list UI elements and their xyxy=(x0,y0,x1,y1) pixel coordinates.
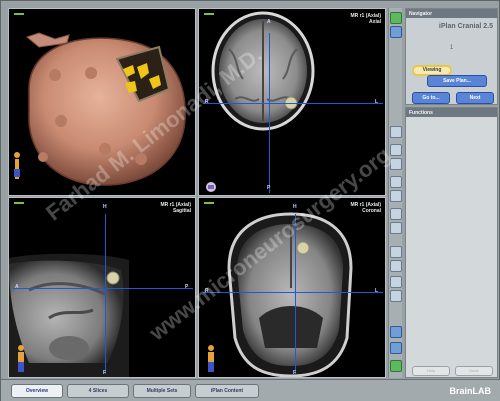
crosshair-vertical[interactable] xyxy=(269,33,270,193)
crosshair-vertical[interactable] xyxy=(105,214,106,374)
3d-render-viewport[interactable] xyxy=(8,8,196,196)
viewport-indicator xyxy=(14,202,24,207)
tab-iplan-content[interactable]: iPlan Content xyxy=(195,384,259,398)
screenshot-icon[interactable] xyxy=(390,342,402,354)
functions-panel: Functions Help Done xyxy=(405,107,498,378)
functions-header: Functions xyxy=(406,108,497,117)
crosshair-icon[interactable] xyxy=(390,290,402,302)
patient-figure-icon xyxy=(208,345,214,372)
brightness-icon[interactable] xyxy=(390,246,402,258)
viewport-indicator xyxy=(14,13,24,18)
measure-icon[interactable] xyxy=(390,126,402,138)
crosshair-horizontal[interactable] xyxy=(203,103,383,104)
sagittal-viewport[interactable]: MR r1 (Axial) Sagittal H F A P xyxy=(8,197,196,378)
coronal-mri-slice xyxy=(227,212,353,377)
orientation-left-label: R xyxy=(205,99,209,105)
patient-figure-icon xyxy=(18,345,24,372)
view-name: Coronal xyxy=(362,208,381,214)
navigator-header: Navigator xyxy=(406,9,497,18)
crosshair-vertical[interactable] xyxy=(295,214,296,374)
coronal-viewport[interactable]: MR r1 (Axial) Coronal H F R L xyxy=(198,197,386,378)
view-name: Sagittal xyxy=(172,208,191,214)
pan-icon[interactable] xyxy=(390,208,402,220)
rotate-icon[interactable] xyxy=(390,222,402,234)
tool-strip xyxy=(388,8,402,378)
orientation-right-label: P xyxy=(185,284,189,290)
crosshair-horizontal[interactable] xyxy=(13,288,193,289)
orientation-bottom-label: F xyxy=(293,370,297,376)
help-button[interactable]: Help xyxy=(412,366,450,376)
brainlab-logo: BrainLAB xyxy=(449,386,491,396)
tab-overview[interactable]: Overview xyxy=(11,384,63,398)
viewport-indicator xyxy=(204,13,214,18)
wrench-icon[interactable] xyxy=(390,26,402,38)
tab-4-slices[interactable]: 4 Slices xyxy=(67,384,129,398)
step-indicator: 1 xyxy=(449,45,454,51)
coronal-viewport-title: MR r1 (Axial) Coronal xyxy=(350,202,381,214)
crosshair-horizontal[interactable] xyxy=(203,292,383,293)
next-button[interactable]: Next xyxy=(456,92,494,104)
app-title: iPlan Cranial 2.5 xyxy=(438,23,493,30)
axial-viewport-title: MR r1 (Axial) Axial xyxy=(350,13,381,25)
orientation-top-label: H xyxy=(293,204,297,210)
orientation-top-label: H xyxy=(103,204,107,210)
contrast-icon[interactable] xyxy=(390,260,402,272)
orientation-left-label: R xyxy=(205,288,209,294)
tab-multiple-sets[interactable]: Multiple Sets xyxy=(133,384,191,398)
orientation-left-label: A xyxy=(15,284,19,290)
ruler-icon[interactable] xyxy=(390,276,402,288)
orientation-top-label: A xyxy=(267,19,271,25)
goto-button[interactable]: Go to... xyxy=(412,92,450,104)
save-plan-button[interactable]: Save Plan... xyxy=(427,75,487,87)
done-button[interactable]: Done xyxy=(455,366,493,376)
orientation-right-label: L xyxy=(375,99,379,105)
view-name: Axial xyxy=(369,19,381,25)
zoom-out-icon[interactable] xyxy=(390,190,402,202)
patient-orientation-icon xyxy=(206,182,216,192)
viewport-indicator xyxy=(204,202,214,207)
sagittal-viewport-title: MR r1 (Axial) Sagittal xyxy=(160,202,191,214)
3d-skull-render xyxy=(14,32,186,186)
navigator-panel: Navigator iPlan Cranial 2.5 1 Viewing Sa… xyxy=(405,8,498,105)
layers-icon[interactable] xyxy=(390,144,402,156)
bottom-tab-bar: Overview 4 Slices Multiple Sets iPlan Co… xyxy=(1,379,500,401)
refresh-icon[interactable] xyxy=(390,360,402,372)
orientation-right-label: L xyxy=(375,288,379,294)
window-level-icon[interactable] xyxy=(390,158,402,170)
grid-layout-icon[interactable] xyxy=(390,326,402,338)
application-window: MR r1 (Axial) Axial A P R L MR r1 (Axial… xyxy=(0,0,500,401)
zoom-in-icon[interactable] xyxy=(390,176,402,188)
orientation-bottom-label: P xyxy=(267,185,271,191)
arrow-right-icon[interactable] xyxy=(390,12,402,24)
axial-viewport[interactable]: MR r1 (Axial) Axial A P R L xyxy=(198,8,386,196)
orientation-bottom-label: F xyxy=(103,370,107,376)
